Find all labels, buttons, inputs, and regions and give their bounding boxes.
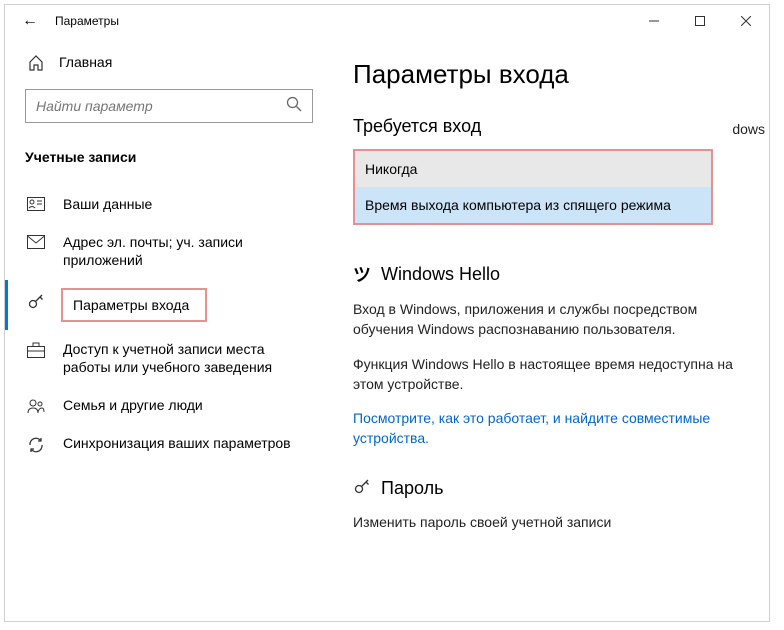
sidebar-item-work-access[interactable]: Доступ к учетной записи места работы или…	[25, 330, 333, 386]
obscured-text: dows	[732, 121, 765, 137]
sidebar-item-email-accounts[interactable]: Адрес эл. почты; уч. записи приложений	[25, 223, 333, 279]
nav-label: Ваши данные	[63, 195, 152, 213]
briefcase-icon	[27, 342, 45, 358]
hello-heading-text: Windows Hello	[381, 264, 500, 285]
hello-unavailable: Функция Windows Hello в настоящее время …	[353, 354, 749, 395]
sidebar-item-sync[interactable]: Синхронизация ваших параметров	[25, 424, 333, 464]
back-button[interactable]: ←	[15, 12, 45, 30]
people-icon	[27, 398, 45, 414]
password-description: Изменить пароль своей учетной записи	[353, 512, 749, 532]
signin-required-section: Требуется вход dows Никогда Время выхода…	[353, 116, 749, 225]
window-title: Параметры	[55, 14, 119, 28]
hello-learn-more-link[interactable]: Посмотрите, как это работает, и найдите …	[353, 408, 749, 449]
sidebar: Главная Учетные записи Ваши данные А	[5, 37, 333, 621]
nav-label: Адрес эл. почты; уч. записи приложений	[63, 233, 313, 269]
smiley-icon: ツ	[353, 261, 371, 287]
nav-label: Доступ к учетной записи места работы или…	[63, 340, 313, 376]
windows-hello-section: ツ Windows Hello Вход в Windows, приложен…	[353, 261, 749, 449]
password-heading-text: Пароль	[381, 478, 443, 499]
nav-label: Семья и другие люди	[63, 396, 203, 414]
sidebar-section-title: Учетные записи	[25, 149, 333, 165]
main-panel: Параметры входа Требуется вход dows Нико…	[333, 37, 769, 621]
nav-label: Параметры входа	[73, 297, 189, 313]
sidebar-item-family[interactable]: Семья и другие люди	[25, 386, 333, 424]
windows-hello-heading: ツ Windows Hello	[353, 261, 749, 287]
signin-required-heading: Требуется вход	[353, 116, 749, 137]
sidebar-item-signin-options[interactable]: Параметры входа	[5, 280, 333, 330]
mail-icon	[27, 235, 45, 249]
page-title: Параметры входа	[353, 59, 749, 90]
signin-required-dropdown[interactable]: dows Никогда Время выхода компьютера из …	[353, 149, 713, 225]
home-icon	[27, 55, 45, 71]
close-button[interactable]	[723, 5, 769, 37]
dropdown-option-never[interactable]: Никогда	[355, 151, 711, 187]
key-icon	[353, 477, 371, 500]
maximize-button[interactable]	[677, 5, 723, 37]
search-input[interactable]	[36, 98, 286, 114]
sync-icon	[27, 436, 45, 454]
search-box[interactable]	[25, 89, 313, 123]
key-icon	[27, 292, 45, 310]
password-section: Пароль Изменить пароль своей учетной зап…	[353, 477, 749, 532]
content-area: Главная Учетные записи Ваши данные А	[5, 37, 769, 621]
dropdown-option-wake[interactable]: Время выхода компьютера из спящего режим…	[355, 187, 711, 223]
search-icon	[286, 96, 302, 117]
minimize-button[interactable]	[631, 5, 677, 37]
id-card-icon	[27, 197, 45, 211]
hello-description: Вход в Windows, приложения и службы поср…	[353, 299, 749, 340]
sidebar-item-your-info[interactable]: Ваши данные	[25, 185, 333, 223]
password-heading: Пароль	[353, 477, 749, 500]
highlighted-nav: Параметры входа	[61, 288, 207, 322]
titlebar: ← Параметры	[5, 5, 769, 37]
settings-window: ← Параметры Главная	[4, 4, 770, 622]
home-link[interactable]: Главная	[27, 53, 333, 71]
home-label: Главная	[59, 54, 112, 70]
nav-label: Синхронизация ваших параметров	[63, 434, 291, 452]
